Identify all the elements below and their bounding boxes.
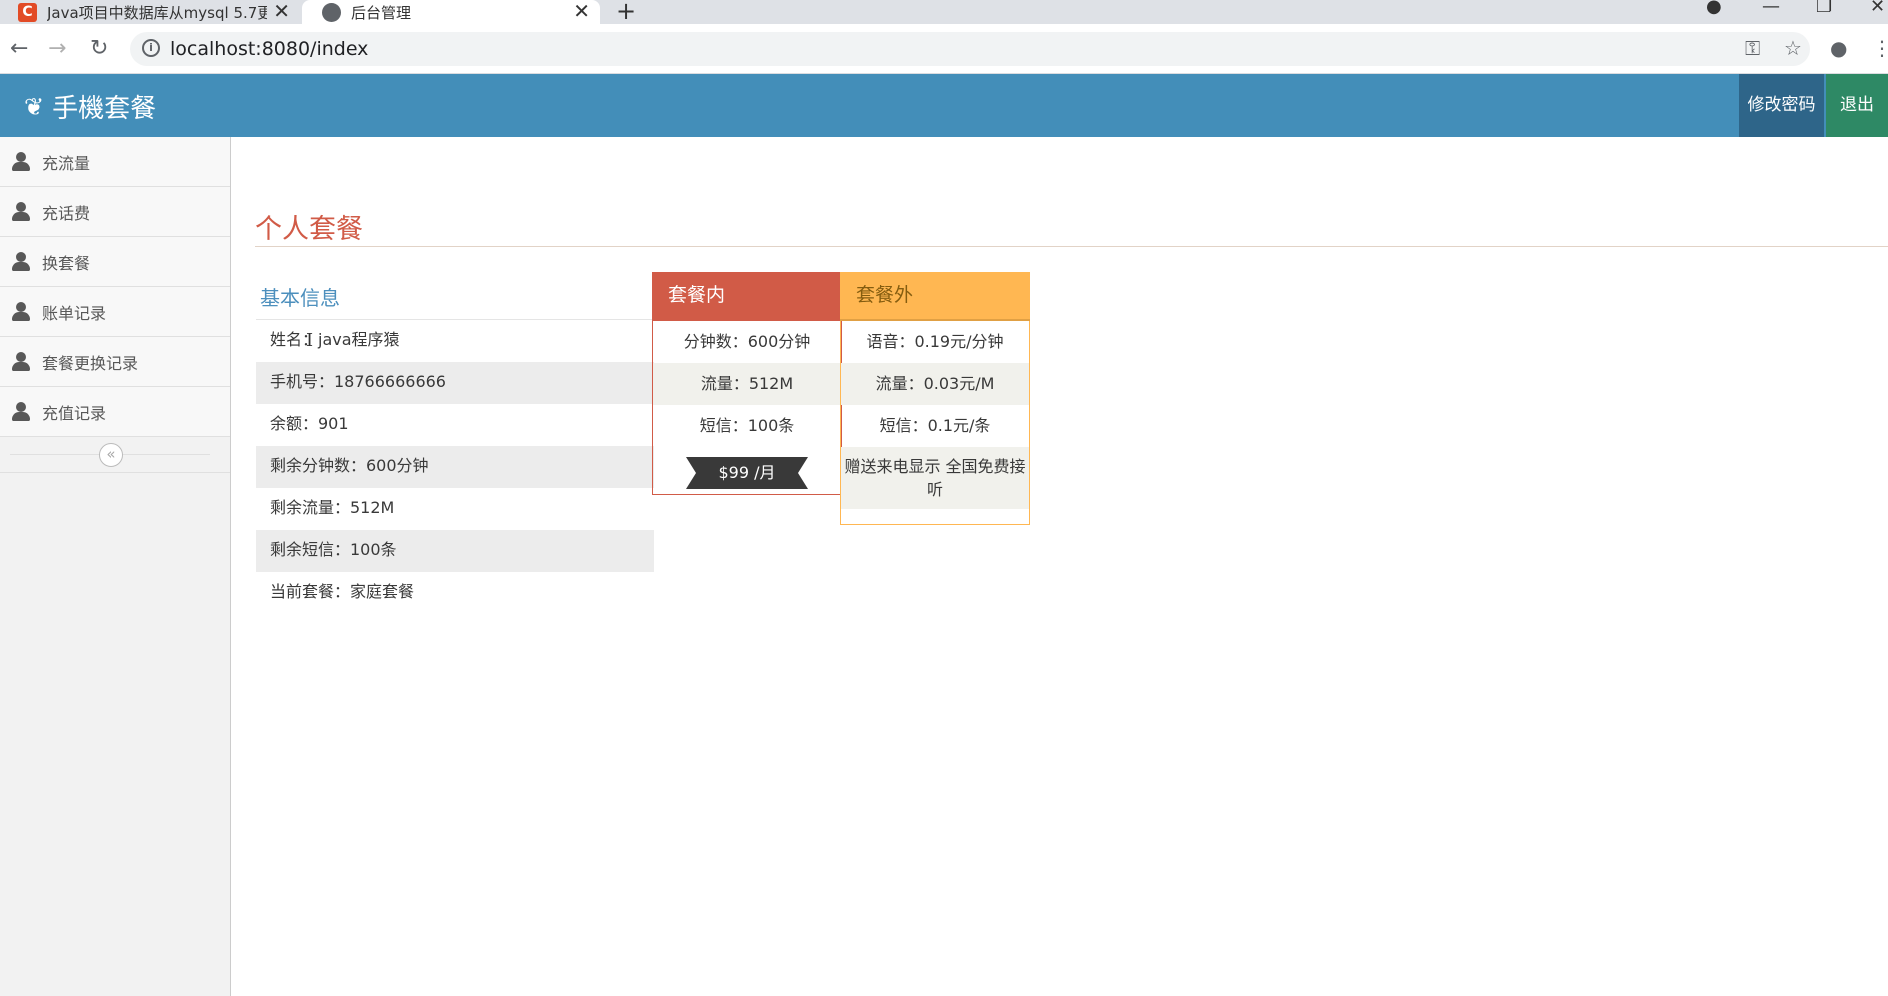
plan-extra-row: 赠送来电显示 全国免费接听 xyxy=(841,447,1029,509)
sidebar-item-label: 充值记录 xyxy=(42,403,107,423)
user-icon xyxy=(12,301,30,322)
plan-extra-row: 流量：0.03元/M xyxy=(841,363,1029,405)
user-icon xyxy=(12,351,30,372)
info-remaining-sms: 剩余短信：100条 xyxy=(256,530,654,572)
profile-dropdown-icon[interactable]: ● xyxy=(1706,0,1722,17)
user-icon xyxy=(12,251,30,272)
basic-info-heading: 基本信息 xyxy=(256,274,654,320)
tab-close-icon[interactable]: ✕ xyxy=(273,0,290,22)
plan-included-row: 分钟数：600分钟 xyxy=(683,332,811,351)
page-title: 个人套餐 xyxy=(255,214,363,245)
url-text[interactable]: localhost:8080/index xyxy=(170,38,368,60)
tab-title: Java项目中数据库从mysql 5.7更 xyxy=(47,3,267,22)
profile-avatar-icon[interactable]: ● xyxy=(1830,36,1847,60)
basic-info-panel: 基本信息 姓名：java程序猿 手机号：18766666666 余额：901 剩… xyxy=(256,274,654,614)
user-icon xyxy=(12,201,30,222)
plan-extra-heading: 套餐外 xyxy=(840,272,1030,321)
plan-included-row: 短信：100条 xyxy=(699,416,795,435)
price-container: $99 /月 xyxy=(653,447,841,489)
info-name: 姓名：java程序猿 xyxy=(270,330,400,349)
sidebar-item-label: 充流量 xyxy=(42,153,91,173)
sidebar-item-label: 套餐更换记录 xyxy=(42,353,139,373)
divider xyxy=(255,246,1888,247)
forward-icon[interactable]: → xyxy=(48,36,66,61)
address-bar[interactable]: i localhost:8080/index xyxy=(130,32,1810,66)
sidebar-item-recharge-balance[interactable]: 充话费 xyxy=(0,187,230,237)
new-tab-icon[interactable]: + xyxy=(616,0,636,25)
globe-icon xyxy=(322,2,341,22)
tab-title: 后台管理 xyxy=(351,3,412,22)
sidebar-item-recharge-records[interactable]: 充值记录 xyxy=(0,387,230,437)
browser-tab-strip: C Java项目中数据库从mysql 5.7更 ✕ 后台管理 ✕ + ● — ❐… xyxy=(0,0,1888,25)
tab-close-icon[interactable]: ✕ xyxy=(573,0,590,22)
minimize-icon[interactable]: — xyxy=(1762,0,1780,17)
browser-tab-active[interactable]: 后台管理 ✕ xyxy=(302,0,600,24)
sidebar-item-label: 账单记录 xyxy=(42,303,107,323)
brand-title: 手機套餐 xyxy=(52,94,157,124)
plan-included-heading: 套餐内 xyxy=(652,272,842,321)
info-remaining-minutes: 剩余分钟数：600分钟 xyxy=(256,446,654,488)
user-icon xyxy=(12,401,30,422)
browser-tab[interactable]: C Java项目中数据库从mysql 5.7更 ✕ xyxy=(0,0,300,24)
info-current-plan: 当前套餐：家庭套餐 xyxy=(270,582,415,601)
menu-icon[interactable]: ⋮ xyxy=(1872,36,1888,60)
sidebar-item-plan-change-records[interactable]: 套餐更换记录 xyxy=(0,337,230,387)
close-window-icon[interactable]: ✕ xyxy=(1870,0,1885,17)
collapse-sidebar-icon[interactable]: « xyxy=(99,443,123,467)
change-password-button[interactable]: 修改密码 xyxy=(1739,74,1824,137)
restore-icon[interactable]: ❐ xyxy=(1816,0,1832,17)
back-icon[interactable]: ← xyxy=(10,36,28,61)
plan-included-row: 流量：512M xyxy=(653,363,841,405)
text-cursor-icon: I xyxy=(306,330,314,351)
sidebar: 充流量 充话费 换套餐 账单记录 套餐更换记录 充值记录 « xyxy=(0,137,231,996)
site-favicon-icon: C xyxy=(18,2,37,22)
price-tag: $99 /月 xyxy=(686,457,808,489)
site-info-icon[interactable]: i xyxy=(142,39,160,57)
sidebar-item-recharge-data[interactable]: 充流量 xyxy=(0,137,230,187)
info-balance: 余额：901 xyxy=(270,414,349,433)
info-phone: 手机号：18766666666 xyxy=(256,362,654,404)
browser-toolbar: ← → ↻ i localhost:8080/index ⚿ ☆ ● ⋮ xyxy=(0,24,1888,74)
sidebar-item-label: 换套餐 xyxy=(42,253,91,273)
sidebar-item-label: 充话费 xyxy=(42,203,91,223)
key-icon[interactable]: ⚿ xyxy=(1745,36,1760,60)
sidebar-item-change-plan[interactable]: 换套餐 xyxy=(0,237,230,287)
app-header: ❦ 手機套餐 修改密码 退出 xyxy=(0,74,1888,137)
brand[interactable]: ❦ 手機套餐 xyxy=(24,88,156,125)
sidebar-collapse: « xyxy=(0,437,230,473)
reload-icon[interactable]: ↻ xyxy=(90,36,108,61)
info-remaining-data: 剩余流量：512M xyxy=(270,498,395,517)
user-icon xyxy=(12,151,30,172)
plan-extra-row: 短信：0.1元/条 xyxy=(879,416,991,435)
plan-extra-row: 语音：0.19元/分钟 xyxy=(866,332,1004,351)
plan-extra-card: 套餐外 语音：0.19元/分钟 流量：0.03元/M 短信：0.1元/条 赠送来… xyxy=(840,272,1030,525)
bookmark-star-icon[interactable]: ☆ xyxy=(1784,36,1802,60)
plan-included-card: 套餐内 分钟数：600分钟 流量：512M 短信：100条 $99 /月 xyxy=(652,272,842,495)
leaf-icon: ❦ xyxy=(24,92,45,121)
sidebar-item-bill-records[interactable]: 账单记录 xyxy=(0,287,230,337)
logout-button[interactable]: 退出 xyxy=(1826,74,1888,137)
